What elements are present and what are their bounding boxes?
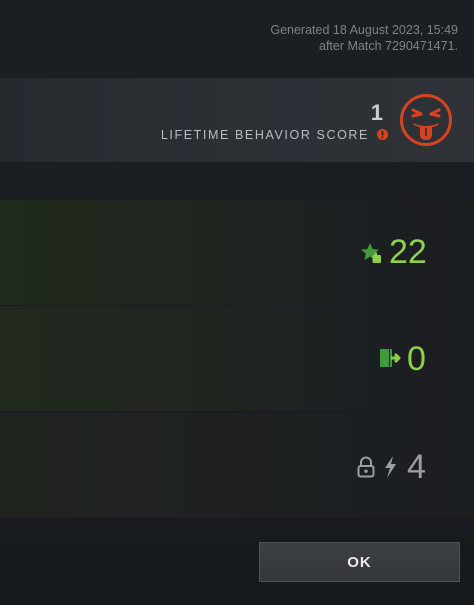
abandon-exit-door-icon bbox=[380, 349, 401, 367]
commends-value: 22 bbox=[389, 233, 427, 271]
reports-value: 4 bbox=[407, 448, 426, 486]
star-thumbs-up-icon bbox=[361, 243, 381, 263]
lock-icon bbox=[357, 456, 375, 478]
info-icon[interactable] bbox=[377, 129, 388, 140]
lightning-icon bbox=[385, 456, 396, 478]
behavior-score-value: 1 bbox=[370, 100, 383, 125]
stat-row-abandons: 0 bbox=[0, 306, 474, 411]
abandons-value: 0 bbox=[407, 340, 426, 378]
behavior-score-label: LIFETIME BEHAVIOR SCORE bbox=[160, 128, 369, 142]
stat-row-commends: 22 bbox=[0, 200, 474, 305]
ok-button[interactable]: OK bbox=[259, 542, 460, 582]
angry-tongue-face-icon bbox=[400, 94, 452, 146]
stat-row-reports: 4 bbox=[0, 413, 474, 518]
generated-info: Generated 18 August 2023, 15:49 after Ma… bbox=[270, 22, 458, 54]
generated-date: Generated 18 August 2023, 15:49 bbox=[270, 23, 458, 37]
generated-match: after Match 7290471471. bbox=[319, 39, 458, 53]
